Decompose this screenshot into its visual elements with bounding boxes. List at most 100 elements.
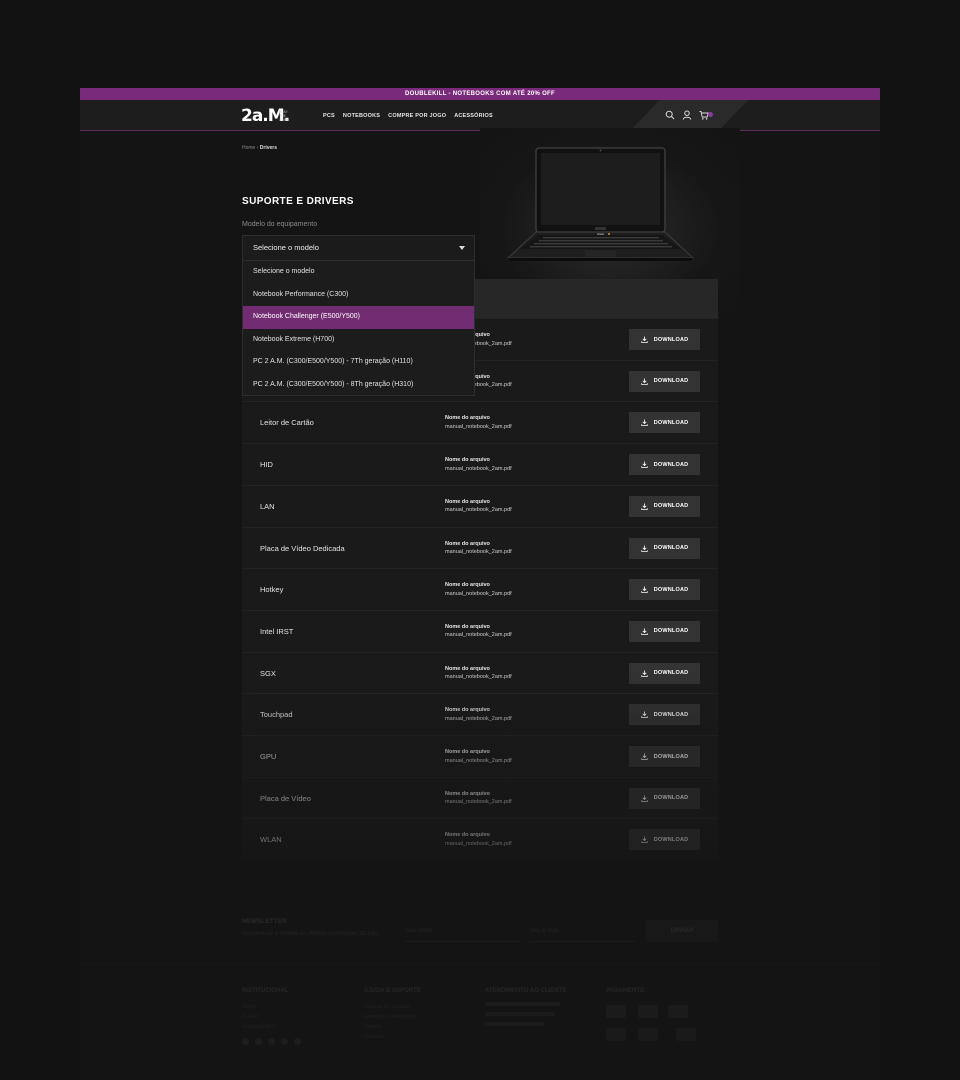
- download-button[interactable]: DOWNLOAD: [629, 829, 700, 851]
- newsletter-subtitle: Inscreva-se e receba as últimas promoçõe…: [242, 931, 380, 937]
- driver-row: Placa de Vídeo Nome do arquivo manual_note…: [242, 776, 718, 819]
- download-icon: [640, 419, 648, 427]
- driver-row: Hotkey Nome do arquivo manual_notebook_2am…: [242, 568, 718, 610]
- footer-link[interactable]: Entrega e Devolução: [364, 1012, 421, 1022]
- select-option[interactable]: Notebook Performance (C300): [243, 284, 474, 307]
- select-option[interactable]: Selecione o modelo: [243, 261, 474, 284]
- site-header: 2a.M. PLAY THE GAME PCS NOTEBOOKS COMPRE…: [80, 100, 880, 131]
- facebook-icon[interactable]: [242, 1038, 249, 1045]
- newsletter-submit-button[interactable]: ENVIAR: [646, 920, 718, 942]
- social-links: [242, 1038, 301, 1045]
- mastercard-icon: [638, 1005, 658, 1018]
- breadcrumb-home[interactable]: Home: [242, 145, 255, 151]
- download-button[interactable]: DOWNLOAD: [629, 495, 700, 517]
- footer-link[interactable]: Manual do Usuário: [364, 1002, 421, 1012]
- download-icon: [640, 461, 648, 468]
- chevron-down-icon[interactable]: [459, 246, 465, 250]
- user-icon[interactable]: [682, 110, 692, 120]
- download-icon: [640, 711, 648, 719]
- driver-file-label: Nome do arquivo: [445, 749, 490, 755]
- footer-link[interactable]: Garantia 2AM: [242, 1022, 301, 1032]
- driver-file: Nome do arquivomanual_notebook_2am.pdf: [445, 498, 512, 515]
- driver-file-name: manual_notebook_2am.pdf: [445, 632, 512, 639]
- driver-name: HID: [260, 460, 273, 470]
- nav-item-acessorios[interactable]: ACESSÓRIOS: [454, 113, 493, 119]
- driver-file-label: Nome do arquivo: [445, 540, 490, 547]
- driver-file-name: manual_notebook_2am.pdf: [445, 757, 512, 764]
- download-button[interactable]: DOWNLOAD: [629, 704, 700, 726]
- nav-item-compre-por-jogo[interactable]: COMPRE POR JOGO: [388, 113, 446, 119]
- footer-link[interactable]: Contato: [364, 1032, 421, 1042]
- download-button[interactable]: DOWNLOAD: [629, 537, 700, 559]
- download-button[interactable]: DOWNLOAD: [629, 454, 700, 476]
- breadcrumb-current: Drivers: [259, 145, 278, 151]
- driver-file: Nome do arquivo manual_notebook_2am.pdf: [445, 623, 512, 640]
- nav-item-pcs[interactable]: PCS: [323, 113, 335, 119]
- download-label: DOWNLOAD: [653, 628, 689, 635]
- select-option[interactable]: PC 2 A.M. (C300/E500/Y500) - 7Th geração…: [243, 351, 474, 374]
- select-option-highlighted[interactable]: Notebook Challenger (E500/Y500): [243, 306, 474, 329]
- visa-icon: [606, 1005, 626, 1018]
- driver-row: LAN Nome do arquivo manual_notebook_2am.pd…: [242, 484, 718, 527]
- youtube-icon[interactable]: [294, 1038, 301, 1045]
- driver-file-label: Nome do arquivo: [445, 582, 490, 589]
- breadcrumb: Home › Drivers: [242, 145, 277, 151]
- download-button[interactable]: DOWNLOAD: [629, 787, 700, 809]
- main-nav: PCS NOTEBOOKS COMPRE POR JOGO ACESSÓRIOS: [323, 100, 493, 131]
- driver-name: Placa de Vídeo Dedicada: [260, 543, 345, 553]
- download-label: DOWNLOAD: [653, 753, 689, 760]
- footer-column-atendimento: ATENDIMENTO AO CLIENTE: [485, 988, 566, 1026]
- download-label: DOWNLOAD: [653, 836, 689, 843]
- footer-link[interactable]: Drivers: [364, 1022, 421, 1032]
- logo[interactable]: 2a.M. PLAY THE GAME: [241, 106, 293, 126]
- driver-row: SGX Nome do arquivo manual_notebook_2am.pd…: [242, 651, 718, 694]
- select-option[interactable]: Notebook Extreme (H700): [243, 329, 474, 352]
- model-select[interactable]: Selecione o modelo: [242, 235, 475, 261]
- download-label: DOWNLOAD: [653, 586, 689, 593]
- download-icon: [640, 628, 648, 635]
- twitch-icon[interactable]: [281, 1038, 288, 1045]
- download-button[interactable]: DOWNLOAD: [629, 412, 700, 434]
- driver-name: SGX: [260, 668, 276, 678]
- footer-text-line: [485, 1022, 545, 1026]
- model-select-menu: Selecione o modelo Notebook Performance …: [242, 261, 475, 396]
- footer-column-institucional: INSTITUCIONAL Sobre A 2AM Garantia 2AM: [242, 988, 301, 1045]
- driver-file-name: manual_notebook_2am.pdf: [445, 423, 512, 430]
- footer-column-title: ATENDIMENTO AO CLIENTE: [485, 988, 567, 994]
- download-button[interactable]: DOWNLOAD: [629, 329, 700, 350]
- download-label: DOWNLOAD: [653, 670, 689, 677]
- download-button[interactable]: DOWNLOAD: [629, 370, 700, 392]
- download-label: DOWNLOAD: [653, 503, 689, 510]
- newsletter-name-input[interactable]: Seu nome: [405, 920, 520, 942]
- promo-highlight: 20% OFF: [527, 91, 555, 97]
- download-label: DOWNLOAD: [653, 419, 689, 426]
- download-button[interactable]: DOWNLOAD: [629, 746, 700, 767]
- footer: NEWSLETTER Inscreva-se e receba as últim…: [80, 898, 880, 1080]
- newsletter-email-input[interactable]: Seu e-mail: [530, 920, 635, 942]
- driver-file: Nome do arquivomanual_notebook_2am.pdf: [445, 414, 512, 431]
- driver-name: Leitor de Cartão: [260, 418, 314, 428]
- footer-column-title: PAGAMENTO: [606, 988, 645, 994]
- download-icon: [640, 544, 648, 552]
- search-icon[interactable]: [665, 110, 675, 120]
- footer-link[interactable]: Sobre: [242, 1002, 301, 1012]
- instagram-icon[interactable]: [268, 1038, 275, 1045]
- download-button[interactable]: DOWNLOAD: [629, 662, 700, 684]
- footer-column-pagamento: PAGAMENTO: [606, 988, 644, 1002]
- driver-file-name: manual_notebook_2am.pdf: [445, 799, 512, 806]
- twitter-icon[interactable]: [255, 1038, 262, 1045]
- driver-name: Placa de Vídeo: [260, 793, 311, 803]
- download-button[interactable]: DOWNLOAD: [629, 579, 700, 601]
- driver-file-label: Nome do arquivo: [445, 623, 490, 630]
- nav-item-notebooks[interactable]: NOTEBOOKS: [343, 113, 380, 119]
- download-button[interactable]: DOWNLOAD: [629, 620, 700, 642]
- driver-row: WLAN Nome do arquivo manual_notebook_2am.p…: [242, 818, 718, 860]
- promo-bar[interactable]: DOUBLEKILL - NOTEBOOKS COM ATÉ 20% OFF: [80, 88, 880, 100]
- driver-name: Hotkey: [260, 585, 284, 595]
- download-icon: [640, 836, 648, 844]
- download-label: DOWNLOAD: [653, 378, 689, 385]
- footer-link[interactable]: A 2AM: [242, 1012, 301, 1022]
- select-option[interactable]: PC 2 A.M. (C300/E500/Y500) - 8Th geração…: [243, 374, 474, 397]
- footer-column-title: INSTITUCIONAL: [242, 988, 289, 994]
- model-select-value: Selecione o modelo: [253, 243, 319, 252]
